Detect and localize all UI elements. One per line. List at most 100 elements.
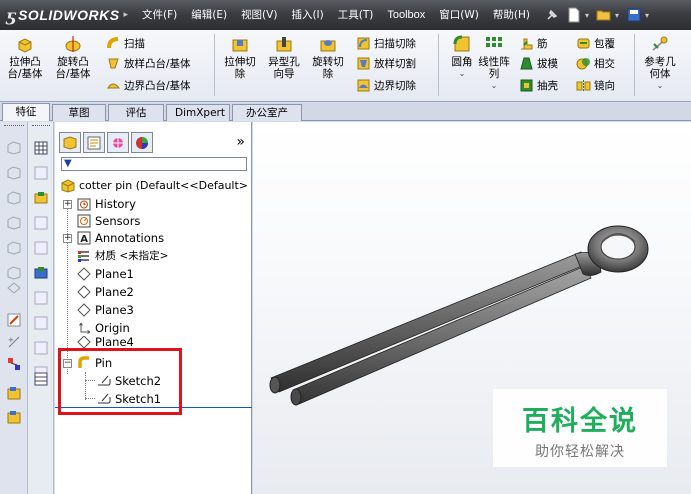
smart-dimension-icon[interactable]: +: [6, 334, 22, 350]
pin-leg-end: [269, 376, 281, 394]
box-view-icon[interactable]: [6, 215, 22, 231]
reference-geometry-button[interactable]: 参考几 何体 ⌄: [637, 34, 683, 98]
menu-file[interactable]: 文件(F): [135, 0, 184, 30]
tree-item-label: Plane1: [95, 266, 134, 281]
box-view-icon[interactable]: [6, 140, 22, 156]
tree-item-annotations[interactable]: A Annotations: [77, 229, 164, 246]
sweep-label: 扫描: [124, 37, 145, 50]
pattern-dropdown-icon[interactable]: ⌄: [472, 80, 516, 92]
menu-insert[interactable]: 插入(I): [284, 0, 330, 30]
plane-icon: [77, 284, 91, 299]
tree-item-label: 材质 <未指定>: [95, 250, 169, 262]
tree-item-history[interactable]: History: [77, 195, 136, 212]
tree-root-node[interactable]: cotter pin (Default<<Default>: [61, 177, 248, 194]
sweep-cut-button[interactable]: 扫描切除: [356, 34, 416, 52]
hidden-lines-icon[interactable]: [6, 280, 22, 296]
material-icon: [78, 250, 89, 262]
boundary-boss-button[interactable]: 边界凸台/基体: [106, 76, 191, 94]
open-dropdown-icon[interactable]: ▾: [615, 11, 619, 20]
expand-history-icon[interactable]: +: [63, 200, 72, 209]
rib-button[interactable]: 筋: [519, 34, 548, 52]
loft-label: 放样凸台/基体: [124, 57, 191, 70]
table-icon[interactable]: [33, 315, 49, 331]
menu-edit[interactable]: 编辑(E): [184, 0, 234, 30]
open-folder-icon[interactable]: [593, 5, 615, 25]
table-icon[interactable]: [33, 340, 49, 356]
box-view-icon[interactable]: [6, 165, 22, 181]
configuration-manager-icon: [112, 136, 124, 149]
box-view-icon[interactable]: [6, 190, 22, 206]
intersect-button[interactable]: 相交: [576, 54, 615, 72]
tree-item-label: History: [95, 196, 136, 211]
revolve-boss-button[interactable]: 旋转凸 台/基体: [51, 34, 95, 98]
property-manager-tab[interactable]: [83, 132, 105, 153]
menu-help[interactable]: 帮助(H): [486, 0, 537, 30]
save-icon[interactable]: [623, 5, 645, 25]
shell-button[interactable]: 抽壳: [519, 76, 558, 94]
new-dropdown-icon[interactable]: ▾: [585, 11, 589, 20]
sketch-pencil-icon[interactable]: [6, 312, 22, 328]
solidworks-logo[interactable]: ƽ SOLIDWORKS ▸: [0, 0, 135, 30]
linear-pattern-button[interactable]: 线性阵 列 ⌄: [472, 34, 516, 98]
feature-manager-tab[interactable]: [59, 132, 81, 153]
revolve-cut-button[interactable]: 旋转切 除: [306, 34, 350, 98]
grid-icon[interactable]: [33, 140, 49, 156]
tree-root-label: cotter pin (Default<<Default>: [79, 179, 249, 192]
tree-item-origin[interactable]: Origin: [77, 319, 130, 336]
menu-view[interactable]: 视图(V): [234, 0, 284, 30]
menu-window[interactable]: 窗口(W): [432, 0, 486, 30]
expand-annotations-icon[interactable]: +: [63, 234, 72, 243]
tree-item-sensors[interactable]: Sensors: [77, 212, 140, 229]
extrude-cut-button[interactable]: 拉伸切 除: [218, 34, 262, 98]
extrude-boss-button[interactable]: 拉伸凸 台/基体: [3, 34, 47, 98]
reference-dropdown-icon[interactable]: ⌄: [637, 80, 683, 92]
tab-evaluate[interactable]: 评估: [108, 104, 164, 121]
tab-sketch[interactable]: 草图: [52, 104, 106, 121]
loft-cut-button[interactable]: 放样切割: [356, 54, 416, 72]
part-icon[interactable]: [33, 190, 49, 206]
toolbar-grip[interactable]: [4, 125, 24, 128]
hole-wizard-button[interactable]: 异型孔 向导: [262, 34, 306, 98]
table-icon[interactable]: [33, 290, 49, 306]
tree-filter-input[interactable]: ▼: [61, 157, 247, 171]
feature-icon[interactable]: [6, 385, 22, 401]
command-tabs: 特征 草图 评估 DimXpert 办公室产品: [0, 103, 691, 135]
draft-button[interactable]: 拔模: [519, 54, 558, 72]
table-icon[interactable]: [33, 240, 49, 256]
tree-item-plane3[interactable]: Plane3: [77, 301, 134, 318]
new-document-icon[interactable]: [563, 5, 585, 25]
tree-item-material[interactable]: 材质 <未指定>: [77, 247, 168, 264]
grid-icon[interactable]: [33, 371, 49, 387]
tab-dimxpert[interactable]: DimXpert: [166, 104, 230, 121]
menu-tools[interactable]: 工具(T): [331, 0, 381, 30]
display-manager-tab[interactable]: [131, 132, 153, 153]
part-icon: [61, 178, 75, 193]
pin-icon[interactable]: [541, 5, 563, 25]
mirror-button[interactable]: 镜向: [576, 76, 615, 94]
configuration-manager-tab[interactable]: [107, 132, 129, 153]
more-tabs-icon[interactable]: »: [236, 134, 245, 150]
wrap-button[interactable]: 包覆: [576, 34, 615, 52]
part-icon[interactable]: [33, 265, 49, 281]
tree-item-plane4[interactable]: Plane4: [77, 336, 134, 348]
sweep-button[interactable]: 扫描: [106, 34, 145, 52]
relations-icon[interactable]: [6, 356, 22, 372]
loft-icon: [108, 58, 119, 68]
box-view-icon[interactable]: [6, 240, 22, 256]
tree-item-plane1[interactable]: Plane1: [77, 265, 134, 282]
table-icon[interactable]: [33, 215, 49, 231]
toolbar-grip[interactable]: [32, 125, 50, 128]
rib-label: 筋: [537, 37, 548, 50]
save-dropdown-icon[interactable]: ▾: [645, 11, 649, 20]
tree-item-plane2[interactable]: Plane2: [77, 283, 134, 300]
draft-label: 拔模: [537, 57, 558, 70]
feature-icon[interactable]: [6, 409, 22, 425]
menu-toolbox[interactable]: Toolbox: [380, 0, 432, 30]
box-view-icon[interactable]: [6, 265, 22, 281]
boundary-cut-button[interactable]: 边界切除: [356, 76, 416, 94]
tab-office-products[interactable]: 办公室产品: [232, 104, 302, 135]
loft-button[interactable]: 放样凸台/基体: [106, 54, 191, 72]
table-icon[interactable]: [33, 165, 49, 181]
tab-features[interactable]: 特征: [2, 103, 50, 121]
feature-manager-tree: » ▼ cotter pin (Default<<Default> + Hist…: [55, 122, 252, 494]
